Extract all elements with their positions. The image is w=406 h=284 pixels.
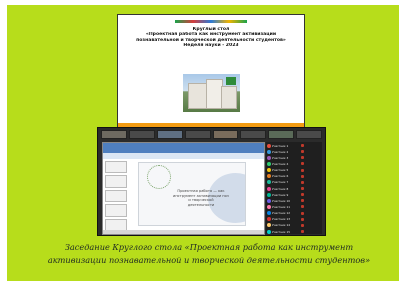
building-shape — [221, 86, 237, 109]
avatar — [267, 223, 271, 228]
avatar — [267, 204, 271, 209]
caption-line: Заседание Круглого стола «Проектная рабо… — [64, 242, 354, 252]
participant-name: Участник 11 — [272, 204, 291, 209]
participant-name: Участник 2 — [272, 149, 289, 154]
mic-muted-icon — [301, 193, 304, 197]
video-call-window: Проектная работа — как инструмент активи… — [97, 127, 326, 236]
mic-muted-icon — [301, 156, 304, 160]
avatar — [267, 198, 271, 203]
shared-presentation: Проектная работа — как инструмент активи… — [102, 142, 265, 235]
participant-row[interactable]: Участник 5 — [266, 168, 322, 173]
avatar — [267, 168, 271, 173]
presentation-ribbon[interactable] — [103, 143, 264, 153]
mic-muted-icon — [301, 205, 304, 209]
participant-name: Участник 8 — [272, 186, 289, 191]
avatar — [267, 161, 271, 166]
slide-thumbnail[interactable] — [105, 189, 127, 203]
participant-name: Участник 14 — [272, 223, 291, 228]
mic-muted-icon — [301, 187, 304, 191]
participant-video-strip — [101, 130, 322, 139]
slide-thumbnail[interactable] — [105, 161, 127, 174]
mic-muted-icon — [301, 150, 304, 154]
participant-row[interactable]: Участник 7 — [266, 180, 322, 185]
mic-muted-icon — [301, 180, 304, 184]
participant-name: Участник 3 — [272, 155, 289, 160]
slide-thumbnails — [105, 161, 127, 232]
mic-muted-icon — [301, 217, 304, 221]
slide-decor-line — [175, 20, 247, 23]
current-slide-text: Проектная работа — как инструмент активи… — [173, 189, 229, 207]
participant-row[interactable]: Участник 4 — [266, 161, 322, 166]
participant-row[interactable]: Участник 1 — [266, 143, 322, 148]
avatar — [267, 211, 271, 216]
participant-row[interactable]: Участник 2 — [266, 149, 322, 154]
participant-row[interactable]: Участник 12 — [266, 211, 322, 216]
caption: Заседание Круглого стола «Проектная рабо… — [13, 241, 405, 266]
participant-name: Участник 4 — [272, 161, 289, 166]
participant-name: Участник 7 — [272, 180, 289, 185]
slide-decor-wreath — [147, 165, 171, 189]
avatar — [267, 174, 271, 179]
participant-name: Участник 6 — [272, 174, 289, 179]
mic-muted-icon — [301, 230, 304, 234]
slide-thumbnail[interactable] — [105, 204, 127, 217]
participant-row[interactable]: Участник 3 — [266, 155, 322, 160]
presentation-status-bar — [103, 230, 264, 234]
video-thumbnail[interactable] — [268, 130, 295, 139]
slide-title: Круглый стол «Проектная работа как инстр… — [124, 27, 298, 49]
participant-name: Участник 9 — [272, 192, 289, 197]
mic-muted-icon — [301, 211, 304, 215]
avatar — [267, 186, 271, 191]
avatar — [267, 192, 271, 197]
presentation-toolbar[interactable] — [103, 153, 264, 159]
participant-name: Участник 13 — [272, 217, 291, 222]
video-thumbnail[interactable] — [296, 130, 322, 139]
participant-row[interactable]: Участник 13 — [266, 217, 322, 222]
participant-row[interactable]: Участник 6 — [266, 174, 322, 179]
participants-panel: Участник 1 Участник 2 Участник 3 Участник 4… — [266, 142, 322, 234]
avatar — [267, 180, 271, 185]
slide-title-line: Неделя науки - 2023 — [183, 43, 239, 49]
video-thumbnail[interactable] — [212, 130, 239, 139]
video-thumbnail[interactable] — [240, 130, 267, 139]
participant-name: Участник 1 — [272, 143, 289, 148]
participant-row[interactable]: Участник 8 — [266, 186, 322, 191]
video-thumbnail[interactable] — [101, 130, 127, 139]
slide-text-line: деятельности — [187, 202, 215, 207]
avatar — [267, 217, 271, 222]
video-thumbnail[interactable] — [156, 130, 183, 139]
avatar — [267, 155, 271, 160]
mic-muted-icon — [301, 144, 304, 148]
participant-row[interactable]: Участник 9 — [266, 192, 322, 197]
avatar — [267, 143, 271, 148]
avatar — [267, 229, 271, 234]
video-thumbnail[interactable] — [128, 130, 155, 139]
video-thumbnail[interactable] — [184, 130, 211, 139]
participant-name: Участник 10 — [272, 198, 291, 203]
participant-name: Участник 12 — [272, 211, 291, 216]
current-slide: Проектная работа — как инструмент активи… — [138, 162, 246, 226]
event-title-slide: Круглый стол «Проектная работа как инстр… — [117, 14, 305, 128]
caption-line: активизации познавательной и творческой … — [47, 254, 371, 265]
slide-text-line: Проектная работа — как — [177, 189, 225, 193]
avatar — [267, 149, 271, 154]
participant-row[interactable]: Участник 10 — [266, 198, 322, 203]
mic-muted-icon — [301, 199, 304, 203]
participant-name: Участник 5 — [272, 168, 289, 173]
slide-thumbnail[interactable] — [105, 175, 127, 188]
mic-muted-icon — [301, 174, 304, 178]
mic-muted-icon — [301, 162, 304, 166]
poster: Круглый стол «Проектная работа как инстр… — [7, 5, 399, 281]
participant-row[interactable]: Участник 15 — [266, 229, 322, 234]
participant-name: Участник 15 — [272, 229, 291, 234]
participant-row[interactable]: Участник 11 — [266, 204, 322, 209]
logo-icon — [226, 77, 236, 85]
mic-muted-icon — [301, 168, 304, 172]
mic-muted-icon — [301, 223, 304, 227]
participant-row[interactable]: Участник 14 — [266, 223, 322, 228]
